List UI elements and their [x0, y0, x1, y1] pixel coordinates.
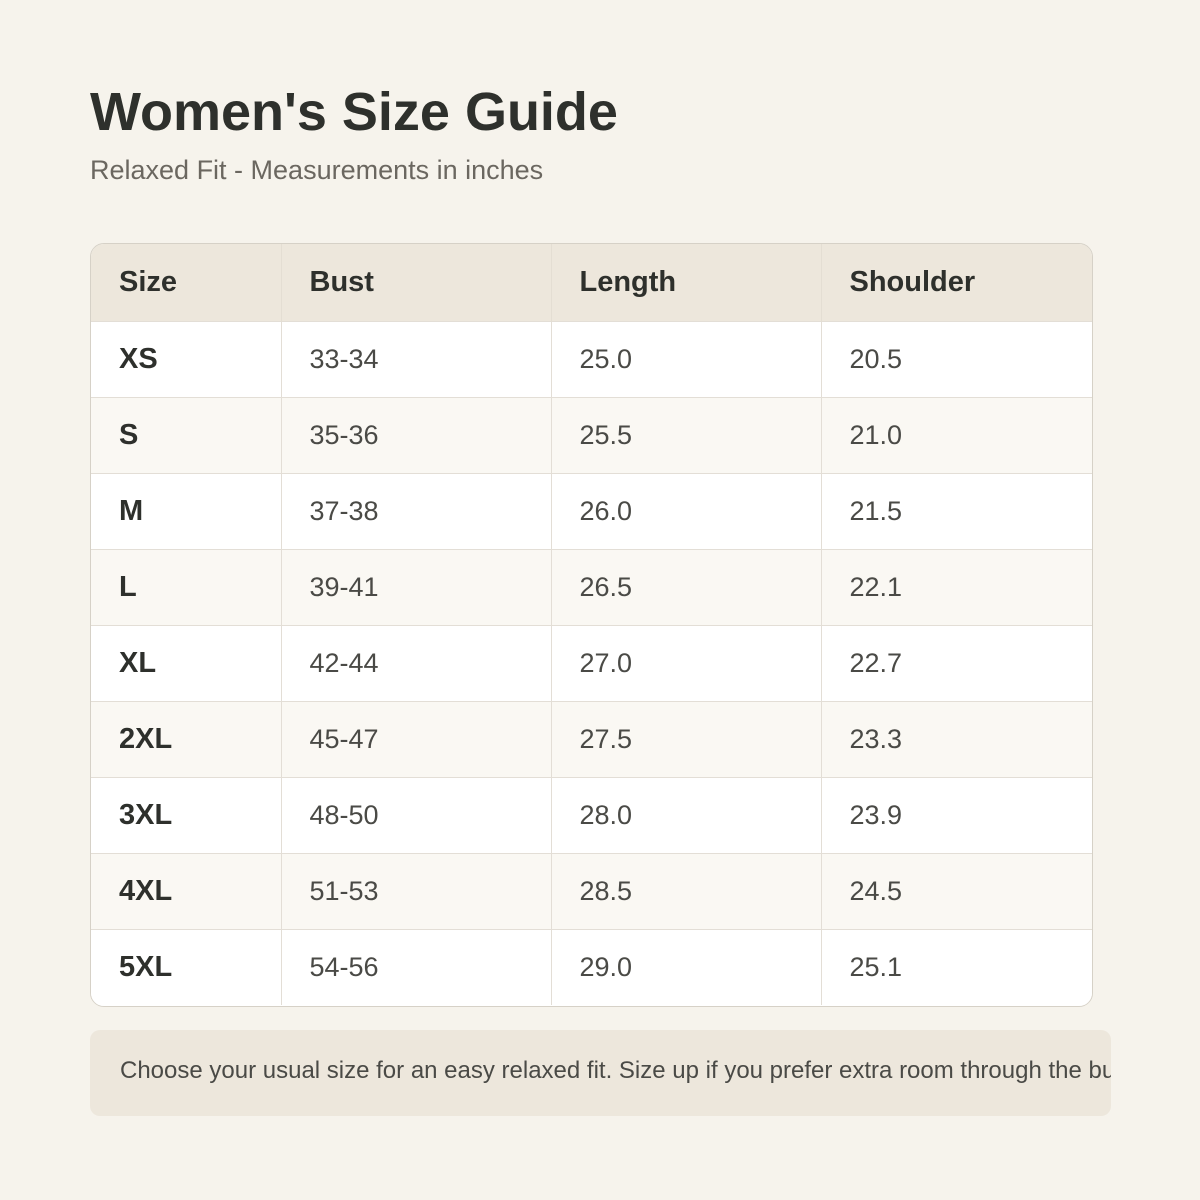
- page-subtitle: Relaxed Fit - Measurements in inches: [90, 155, 544, 185]
- shoulder-cell: 23.9: [849, 799, 903, 830]
- shoulder-cell: 25.1: [849, 951, 903, 982]
- bust-cell: 42-44: [281, 625, 552, 701]
- table-row: 4XL 51-53 28.5 24.5: [91, 853, 1092, 929]
- table-row: XS 33-34 25.0 20.5: [91, 321, 1092, 397]
- size-table: Size Bust Length Shoulder XS 33-34 25.0 …: [91, 244, 1092, 1005]
- shoulder-cell: 20.5: [849, 343, 903, 374]
- table-row: S 35-36 25.5 21.0: [91, 397, 1092, 473]
- shoulder-cell: 21.0: [849, 419, 903, 450]
- length-cell: 26.5: [551, 549, 822, 625]
- bust-cell: 39-41: [281, 549, 552, 625]
- length-cell: 25.0: [551, 321, 822, 397]
- table-row: L 39-41 26.5 22.1: [91, 549, 1092, 625]
- size-table-container: Size Bust Length Shoulder XS 33-34 25.0 …: [90, 243, 1093, 1007]
- column-header-length: Length: [551, 244, 822, 321]
- column-header-shoulder: Shoulder: [849, 265, 976, 298]
- bust-cell: 33-34: [281, 321, 552, 397]
- length-cell: 28.0: [551, 777, 822, 853]
- size-cell: 3XL: [91, 777, 282, 853]
- shoulder-cell: 22.1: [849, 571, 903, 602]
- size-cell: 5XL: [91, 929, 282, 1005]
- column-header-size: Size: [91, 244, 282, 321]
- shoulder-cell: 21.5: [849, 495, 903, 526]
- size-cell: XL: [91, 625, 282, 701]
- bust-cell: 37-38: [281, 473, 552, 549]
- length-cell: 27.0: [551, 625, 822, 701]
- shoulder-cell: 22.7: [849, 647, 903, 678]
- shoulder-cell: 23.3: [849, 723, 903, 754]
- column-header-bust: Bust: [281, 244, 552, 321]
- length-cell: 28.5: [551, 853, 822, 929]
- length-cell: 29.0: [551, 929, 822, 1005]
- length-cell: 27.5: [551, 701, 822, 777]
- table-header-row: Size Bust Length Shoulder: [91, 244, 1092, 321]
- fit-note: Choose your usual size for an easy relax…: [90, 1030, 1111, 1116]
- fit-note-text: Choose your usual size for an easy relax…: [120, 1057, 1111, 1084]
- bust-cell: 48-50: [281, 777, 552, 853]
- table-row: 2XL 45-47 27.5 23.3: [91, 701, 1092, 777]
- bust-cell: 51-53: [281, 853, 552, 929]
- size-cell: L: [91, 549, 282, 625]
- length-cell: 25.5: [551, 397, 822, 473]
- size-cell: M: [91, 473, 282, 549]
- table-row: 3XL 48-50 28.0 23.9: [91, 777, 1092, 853]
- table-row: 5XL 54-56 29.0 25.1: [91, 929, 1092, 1005]
- table-row: XL 42-44 27.0 22.7: [91, 625, 1092, 701]
- size-guide-page: Women's Size Guide Relaxed Fit - Measure…: [90, 80, 1200, 1116]
- size-cell: S: [91, 397, 282, 473]
- size-cell: 4XL: [91, 853, 282, 929]
- bust-cell: 54-56: [281, 929, 552, 1005]
- shoulder-cell: 24.5: [849, 875, 903, 906]
- page-title: Women's Size Guide: [90, 82, 618, 142]
- size-cell: 2XL: [91, 701, 282, 777]
- size-cell: XS: [91, 321, 282, 397]
- length-cell: 26.0: [551, 473, 822, 549]
- bust-cell: 35-36: [281, 397, 552, 473]
- table-row: M 37-38 26.0 21.5: [91, 473, 1092, 549]
- bust-cell: 45-47: [281, 701, 552, 777]
